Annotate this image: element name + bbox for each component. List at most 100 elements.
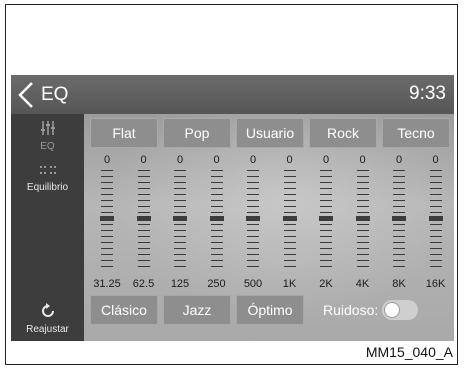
slider-tick [356, 230, 369, 231]
band-slider[interactable] [246, 168, 260, 268]
slider-tick [283, 236, 296, 237]
slider-tick [101, 224, 113, 225]
slider-tick [283, 194, 296, 195]
preset-button-pop[interactable]: Pop [163, 118, 231, 148]
slider-tick [247, 200, 259, 201]
slider-tick [174, 242, 186, 243]
slider-tick [137, 242, 150, 243]
slider-tick [210, 236, 223, 237]
slider-tick [137, 182, 150, 183]
band-frequency: 4K [355, 278, 370, 290]
sidebar-item-eq[interactable]: EQ [11, 120, 84, 152]
slider-tick [137, 188, 150, 189]
slider-tick [283, 260, 296, 261]
slider-tick [393, 254, 405, 255]
eq-band: 0 [346, 154, 380, 274]
band-slider[interactable] [392, 168, 406, 268]
eq-band: 0 [200, 154, 234, 274]
slider-tick [429, 254, 442, 255]
slider-tick [137, 206, 150, 207]
slider-tick [429, 266, 442, 267]
slider-tick [429, 200, 442, 201]
balance-icon [39, 166, 56, 174]
slider-thumb[interactable] [246, 216, 260, 221]
eq-band: 0 [236, 154, 270, 274]
slider-thumb[interactable] [173, 216, 187, 221]
back-button[interactable]: EQ [17, 77, 77, 113]
slider-thumb[interactable] [428, 216, 443, 221]
preset-button-jazz[interactable]: Jazz [163, 295, 231, 325]
noise-toggle[interactable] [382, 300, 419, 320]
band-frequency: 500 [243, 278, 263, 290]
band-slider[interactable] [209, 168, 224, 268]
band-slider[interactable] [428, 168, 443, 268]
slider-tick [356, 200, 369, 201]
sidebar-item-balance[interactable]: Equilibrio [11, 164, 84, 193]
slider-tick [247, 206, 259, 207]
band-frequency: 62.5 [132, 278, 155, 290]
slider-tick [356, 188, 369, 189]
slider-tick [174, 206, 186, 207]
clock: 9:33 [409, 83, 446, 104]
eq-band: 0 [273, 154, 307, 274]
preset-button-clasico[interactable]: Clásico [90, 295, 158, 325]
slider-tick [356, 182, 369, 183]
slider-tick [101, 182, 113, 183]
band-frequency: 8K [392, 278, 406, 290]
slider-tick [393, 266, 405, 267]
preset-button-flat[interactable]: Flat [90, 118, 158, 148]
band-slider[interactable] [282, 168, 297, 268]
slider-tick [320, 266, 332, 267]
band-slider[interactable] [355, 168, 370, 268]
slider-tick [356, 224, 369, 225]
slider-tick [137, 176, 150, 177]
slider-tick [320, 176, 332, 177]
band-value: 0 [432, 154, 439, 166]
slider-tick [320, 254, 332, 255]
slider-tick [174, 176, 186, 177]
reset-icon [41, 303, 54, 317]
slider-tick [356, 248, 369, 249]
band-value: 0 [322, 154, 330, 166]
slider-thumb[interactable] [282, 216, 297, 221]
slider-tick [393, 200, 405, 201]
band-slider[interactable] [100, 168, 114, 268]
band-value: 0 [395, 154, 403, 166]
slider-tick [101, 242, 113, 243]
slider-thumb[interactable] [100, 216, 114, 221]
slider-tick [393, 260, 405, 261]
band-frequency: 1K [282, 278, 297, 290]
reset-button[interactable]: Reajustar [11, 303, 84, 335]
slider-tick [393, 230, 405, 231]
top-bar: EQ 9:33 [11, 75, 454, 114]
slider-thumb[interactable] [319, 216, 333, 221]
eq-band: 0 [382, 154, 416, 274]
slider-thumb[interactable] [392, 216, 406, 221]
slider-tick [356, 170, 369, 171]
slider-thumb[interactable] [355, 216, 370, 221]
slider-tick [283, 224, 296, 225]
band-slider[interactable] [173, 168, 187, 268]
slider-tick [210, 188, 223, 189]
preset-button-rock[interactable]: Rock [309, 118, 377, 148]
preset-button-usuario[interactable]: Usuario [236, 118, 304, 148]
preset-button-optimo[interactable]: Óptimo [236, 295, 304, 325]
eq-band: 0 [163, 154, 197, 274]
slider-tick [320, 194, 332, 195]
slider-tick [137, 194, 150, 195]
reset-label: Reajustar [26, 324, 69, 335]
slider-tick [393, 236, 405, 237]
slider-tick [247, 266, 259, 267]
band-value: 0 [359, 154, 366, 166]
band-slider[interactable] [136, 168, 151, 268]
slider-thumb[interactable] [209, 216, 224, 221]
equalizer-icon [40, 121, 55, 135]
preset-button-tecno[interactable]: Tecno [382, 118, 450, 148]
slider-tick [137, 230, 150, 231]
slider-tick [393, 212, 405, 213]
slider-thumb[interactable] [136, 216, 151, 221]
band-slider[interactable] [319, 168, 333, 268]
slider-tick [247, 248, 259, 249]
slider-tick [429, 248, 442, 249]
slider-tick [174, 200, 186, 201]
